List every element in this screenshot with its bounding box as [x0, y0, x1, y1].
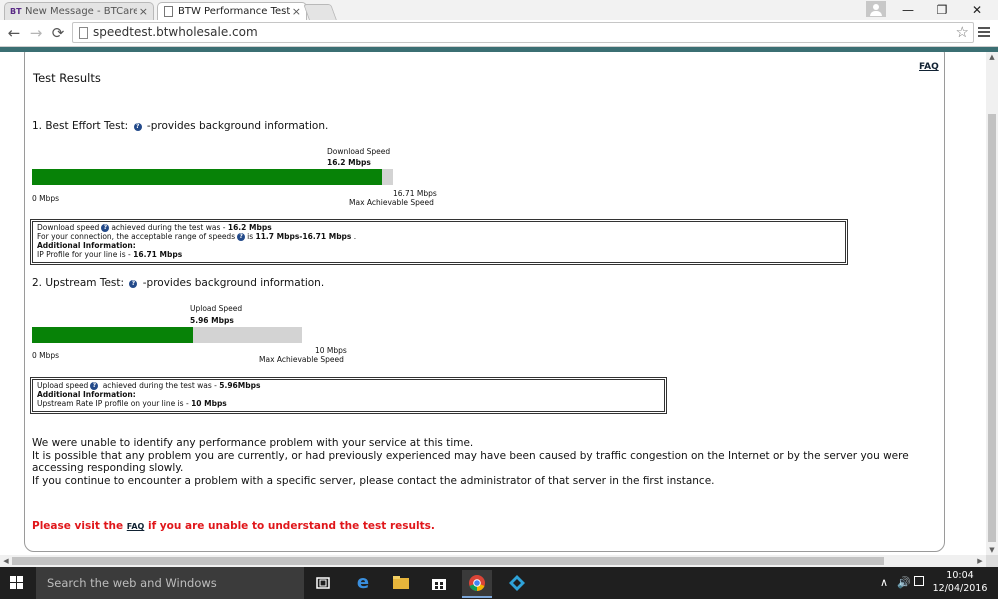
page-favicon-icon [164, 6, 173, 17]
browser-titlebar: BT New Message - BTCare Cc × BTW Perform… [0, 0, 998, 20]
result-message: We were unable to identify any performan… [32, 437, 932, 487]
faq-link-top[interactable]: FAQ [919, 62, 939, 72]
help-icon[interactable]: ? [90, 382, 99, 390]
horizontal-scroll-thumb[interactable] [12, 557, 884, 565]
tab-label: New Message - BTCare Cc [25, 6, 137, 17]
file-explorer-icon[interactable] [386, 571, 416, 595]
upstream-heading: 2. Upstream Test: ? -provides background… [32, 277, 324, 289]
download-speed-bar [32, 169, 393, 185]
download-speed-fill [32, 169, 382, 185]
tab-close-icon[interactable]: × [292, 3, 301, 20]
windows-start-icon[interactable] [10, 576, 24, 590]
help-icon[interactable]: ? [237, 233, 246, 241]
upload-info-box: Upload speed? achieved during the test w… [30, 377, 667, 414]
store-icon[interactable] [424, 571, 454, 595]
best-effort-desc: -provides background information. [143, 120, 329, 132]
page-info-icon[interactable] [79, 27, 88, 39]
page-title: Test Results [33, 71, 101, 85]
upload-min-label: 0 Mbps [32, 351, 60, 360]
chrome-icon[interactable] [462, 570, 492, 598]
best-effort-heading: 1. Best Effort Test: ? -provides backgro… [32, 120, 328, 132]
scrollbar-corner [986, 555, 998, 567]
download-info-line2: For your connection, the acceptable rang… [37, 232, 357, 241]
taskbar-clock[interactable]: 10:04 12/04/2016 [930, 569, 990, 595]
upload-info-line3: Upstream Rate IP profile on your line is… [37, 399, 227, 408]
close-window-button[interactable]: ✕ [960, 0, 994, 20]
scroll-right-icon[interactable]: ▶ [974, 555, 986, 567]
edge-icon[interactable]: e [348, 571, 378, 595]
help-icon[interactable]: ? [133, 123, 142, 131]
clock-date: 12/04/2016 [932, 583, 988, 594]
taskbar-search[interactable]: Search the web and Windows [36, 567, 304, 599]
address-bar[interactable]: speedtest.btwholesale.com ☆ [72, 22, 974, 43]
tab-label: BTW Performance Test [178, 6, 291, 17]
action-center-icon[interactable] [914, 576, 924, 590]
bt-favicon-icon: BT [10, 7, 22, 16]
back-button[interactable]: ← [6, 24, 22, 42]
message-line: We were unable to identify any performan… [32, 437, 474, 449]
download-info-line3: Additional Information: [37, 241, 136, 250]
download-speed-label: Download Speed [327, 147, 391, 156]
show-hidden-icons-icon[interactable]: ∧ [880, 576, 888, 589]
help-icon[interactable]: ? [101, 224, 110, 232]
windows-taskbar: Search the web and Windows e ∧ 🔊 10:04 1… [0, 567, 998, 599]
restore-button[interactable]: ❐ [925, 0, 959, 20]
message-line: It is possible that any problem you are … [32, 449, 909, 475]
download-max-value: 16.71 Mbps [393, 189, 437, 198]
upload-info-line2: Additional Information: [37, 390, 136, 399]
upload-max-label: Max Achievable Speed [259, 355, 344, 364]
task-view-icon[interactable] [308, 571, 338, 595]
search-placeholder: Search the web and Windows [47, 576, 217, 590]
best-effort-title: 1. Best Effort Test: [32, 120, 129, 132]
reload-button[interactable]: ⟳ [50, 24, 66, 42]
download-info-line1: Download speed? achieved during the test … [37, 223, 272, 232]
scroll-left-icon[interactable]: ◀ [0, 555, 12, 567]
upload-info-line1: Upload speed? achieved during the test w… [37, 381, 261, 390]
upload-speed-bar [32, 327, 302, 343]
tab-new-message[interactable]: BT New Message - BTCare Cc × [4, 2, 154, 20]
download-info-line4: IP Profile for your line is - 16.71 Mbps [37, 250, 183, 259]
chrome-menu-icon[interactable] [978, 25, 992, 41]
upload-speed-label: Upload Speed [190, 304, 243, 313]
bookmark-star-icon[interactable]: ☆ [956, 23, 969, 42]
vertical-scroll-thumb[interactable] [988, 114, 996, 542]
minimize-button[interactable]: — [891, 0, 925, 20]
upload-max-value: 10 Mbps [315, 346, 347, 355]
scroll-down-icon[interactable]: ▼ [986, 545, 998, 555]
upload-speed-fill [32, 327, 193, 343]
download-speed-value: 16.2 Mbps [327, 158, 371, 167]
faq-link-inline[interactable]: FAQ [127, 522, 145, 531]
download-max-label: Max Achievable Speed [349, 198, 434, 207]
tab-btw-performance[interactable]: BTW Performance Test × [157, 2, 307, 20]
volume-icon[interactable]: 🔊 [897, 576, 911, 589]
scroll-up-icon[interactable]: ▲ [986, 52, 998, 62]
horizontal-scrollbar[interactable]: ◀ ▶ [0, 555, 986, 567]
tab-close-icon[interactable]: × [139, 3, 148, 20]
forward-button[interactable]: → [28, 24, 44, 42]
upstream-title: 2. Upstream Test: [32, 277, 125, 289]
url-text[interactable]: speedtest.btwholesale.com [93, 23, 258, 42]
kodi-icon[interactable] [502, 571, 532, 595]
help-icon[interactable]: ? [129, 280, 138, 288]
upload-speed-value: 5.96 Mbps [190, 316, 234, 325]
browser-toolbar: ← → ⟳ speedtest.btwholesale.com ☆ [0, 20, 998, 47]
message-line: If you continue to encounter a problem w… [32, 474, 715, 487]
clock-time: 10:04 [946, 570, 974, 581]
upstream-desc: -provides background information. [139, 277, 325, 289]
download-min-label: 0 Mbps [32, 194, 60, 203]
download-info-box: Download speed? achieved during the test … [30, 219, 848, 265]
profile-icon[interactable] [866, 1, 886, 17]
vertical-scrollbar[interactable]: ▲ ▼ [986, 52, 998, 555]
new-tab-button[interactable] [303, 4, 337, 20]
visit-faq-notice: Please visit the FAQ if you are unable t… [32, 520, 435, 532]
